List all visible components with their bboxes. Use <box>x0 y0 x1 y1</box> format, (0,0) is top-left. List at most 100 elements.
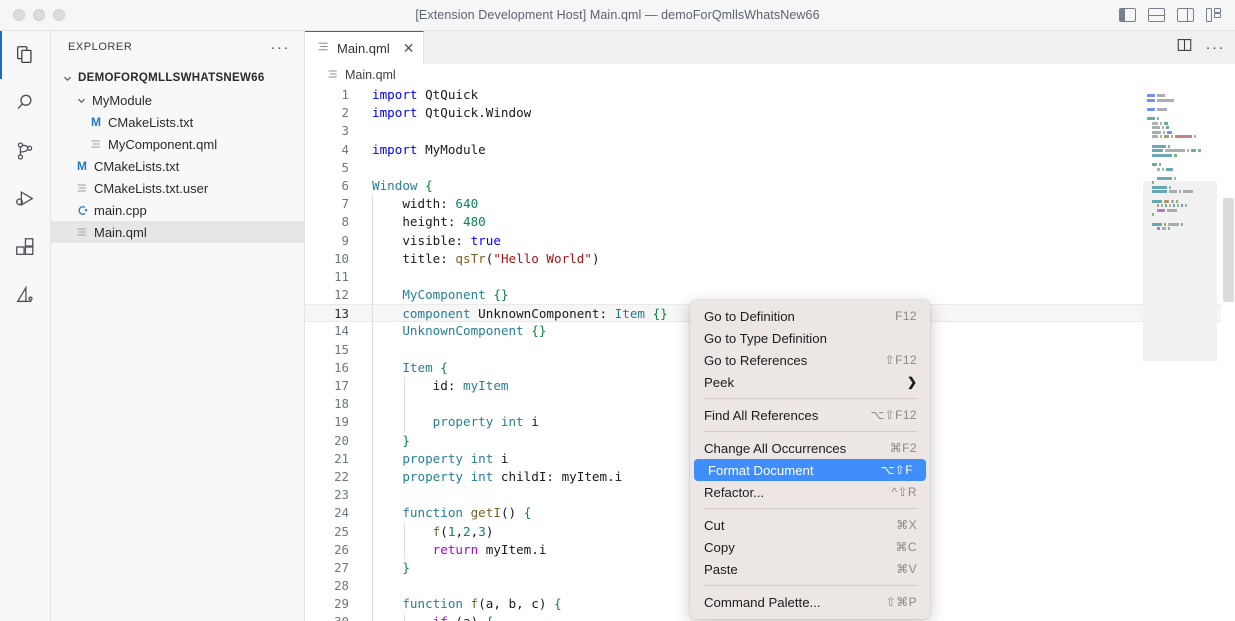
tree-item-cmakelists-txt-user[interactable]: CMakeLists.txt.user <box>51 177 304 199</box>
activity-extensions-icon[interactable] <box>0 223 51 271</box>
menu-item-change-all-occurrences[interactable]: Change All Occurrences⌘F2 <box>690 437 930 459</box>
title-bar: [Extension Development Host] Main.qml — … <box>0 0 1235 31</box>
minimap-line <box>1143 172 1217 175</box>
menu-item-format-document[interactable]: Format Document⌥⇧F <box>694 459 926 481</box>
line-text: visible: true <box>372 232 501 250</box>
menu-item-go-to-references[interactable]: Go to References⇧F12 <box>690 349 930 371</box>
code-line-3[interactable]: 3 <box>305 122 1235 140</box>
breadcrumb[interactable]: Main.qml <box>305 64 1235 86</box>
code-line-2[interactable]: 2import QtQuick.Window <box>305 104 1235 122</box>
code-line-11[interactable]: 11 <box>305 268 1235 286</box>
maximize-window-button[interactable] <box>53 9 65 21</box>
line-number: 12 <box>305 286 349 304</box>
tree-item-cmakelists-txt[interactable]: MCMakeLists.txt <box>51 155 304 177</box>
code-line-4[interactable]: 4import MyModule <box>305 141 1235 159</box>
menu-item-refactor[interactable]: Refactor... ^⇧R <box>690 481 930 503</box>
line-number: 30 <box>305 613 349 621</box>
line-number: 29 <box>305 595 349 613</box>
minimap-line <box>1143 135 1217 138</box>
line-text: function f(a, b, c) { <box>372 595 562 613</box>
cmake-file-icon: M <box>87 115 105 129</box>
line-text: height: 480 <box>372 213 486 231</box>
tab-main-qml[interactable]: Main.qml ✕ <box>305 31 424 64</box>
tree-item-label: CMakeLists.txt <box>108 115 193 130</box>
minimap-line <box>1143 131 1217 134</box>
minimap-line <box>1143 163 1217 166</box>
minimap-viewport-slider[interactable] <box>1143 181 1217 361</box>
tree-item-mycomponent-qml[interactable]: MyComponent.qml <box>51 133 304 155</box>
explorer-header: EXPLORER ··· <box>51 31 304 63</box>
menu-item-label: Command Palette... <box>704 595 821 610</box>
line-number: 28 <box>305 577 349 595</box>
menu-item-shortcut: ⇧F12 <box>885 353 917 367</box>
activity-qt-qml-icon[interactable] <box>0 271 51 319</box>
activity-source-control-icon[interactable] <box>0 127 51 175</box>
close-window-button[interactable] <box>13 9 25 21</box>
tree-item-demoforqmllswhatsnew66[interactable]: DEMOFORQMLLSWHATSNEW66 <box>51 67 304 89</box>
code-line-9[interactable]: 9 visible: true <box>305 232 1235 250</box>
editor-context-menu[interactable]: Go to DefinitionF12Go to Type Definition… <box>690 300 930 619</box>
line-number: 8 <box>305 213 349 231</box>
menu-item-copy[interactable]: Copy⌘C <box>690 536 930 558</box>
menu-item-label: Find All References <box>704 408 818 423</box>
code-line-7[interactable]: 7 width: 640 <box>305 195 1235 213</box>
explorer-more-actions-button[interactable]: ··· <box>271 40 291 55</box>
tab-close-icon[interactable]: ✕ <box>403 40 415 57</box>
editor-scrollbar[interactable] <box>1221 86 1235 621</box>
indent-guide <box>404 523 405 559</box>
menu-item-go-to-definition[interactable]: Go to DefinitionF12 <box>690 305 930 327</box>
toggle-secondary-sidebar-icon[interactable] <box>1177 8 1194 22</box>
tree-item-cmakelists-txt[interactable]: MCMakeLists.txt <box>51 111 304 133</box>
code-line-8[interactable]: 8 height: 480 <box>305 213 1235 231</box>
tree-item-main-qml[interactable]: Main.qml <box>51 221 304 243</box>
line-text: Item { <box>372 359 448 377</box>
qml-file-icon <box>73 226 91 238</box>
minimize-window-button[interactable] <box>33 9 45 21</box>
tab-label: Main.qml <box>337 41 390 56</box>
menu-item-peek[interactable]: Peek❯ <box>690 371 930 393</box>
minimap[interactable] <box>1143 86 1217 621</box>
menu-separator <box>703 431 917 432</box>
split-editor-icon[interactable] <box>1177 38 1192 57</box>
indent-guide <box>404 377 405 432</box>
file-tree[interactable]: DEMOFORQMLLSWHATSNEW66MyModuleMCMakeList… <box>51 67 304 243</box>
editor-actions[interactable]: ··· <box>1177 31 1226 64</box>
activity-explorer-icon[interactable] <box>0 31 51 79</box>
code-line-6[interactable]: 6Window { <box>305 177 1235 195</box>
scrollbar-thumb[interactable] <box>1223 198 1234 302</box>
line-text: if (a) { <box>372 613 493 621</box>
menu-item-paste[interactable]: Paste⌘V <box>690 558 930 580</box>
line-text: } <box>372 559 410 577</box>
line-text: UnknownComponent {} <box>372 322 546 340</box>
menu-item-find-all-references[interactable]: Find All References⌥⇧F12 <box>690 404 930 426</box>
menu-item-cut[interactable]: Cut⌘X <box>690 514 930 536</box>
code-line-1[interactable]: 1import QtQuick <box>305 86 1235 104</box>
minimap-line <box>1143 149 1217 152</box>
code-line-5[interactable]: 5 <box>305 159 1235 177</box>
toggle-panel-icon[interactable] <box>1148 8 1165 22</box>
activity-search-icon[interactable] <box>0 79 51 127</box>
editor-more-actions-icon[interactable]: ··· <box>1206 40 1226 55</box>
minimap-line <box>1143 177 1217 180</box>
window-title: [Extension Development Host] Main.qml — … <box>0 8 1235 22</box>
tree-item-label: main.cpp <box>94 203 147 218</box>
line-number: 27 <box>305 559 349 577</box>
menu-item-go-to-type-definition[interactable]: Go to Type Definition <box>690 327 930 349</box>
line-number: 4 <box>305 141 349 159</box>
window-traffic-lights[interactable] <box>13 9 65 21</box>
line-text: import QtQuick.Window <box>372 104 531 122</box>
line-number: 18 <box>305 395 349 413</box>
menu-item-command-palette[interactable]: Command Palette...⇧⌘P <box>690 591 930 613</box>
menu-item-shortcut: ^⇧R <box>891 485 917 499</box>
window-layout-actions[interactable] <box>1119 8 1223 22</box>
code-line-10[interactable]: 10 title: qsTr("Hello World") <box>305 250 1235 268</box>
tree-item-main-cpp[interactable]: main.cpp <box>51 199 304 221</box>
menu-item-label: Refactor... <box>704 485 764 500</box>
tree-item-mymodule[interactable]: MyModule <box>51 89 304 111</box>
activity-run-and-debug-icon[interactable] <box>0 175 51 223</box>
minimap-line <box>1143 94 1217 97</box>
menu-item-label: Copy <box>704 540 735 555</box>
line-text: function getI() { <box>372 504 531 522</box>
toggle-primary-sidebar-icon[interactable] <box>1119 8 1136 22</box>
customize-layout-icon[interactable] <box>1206 8 1223 22</box>
